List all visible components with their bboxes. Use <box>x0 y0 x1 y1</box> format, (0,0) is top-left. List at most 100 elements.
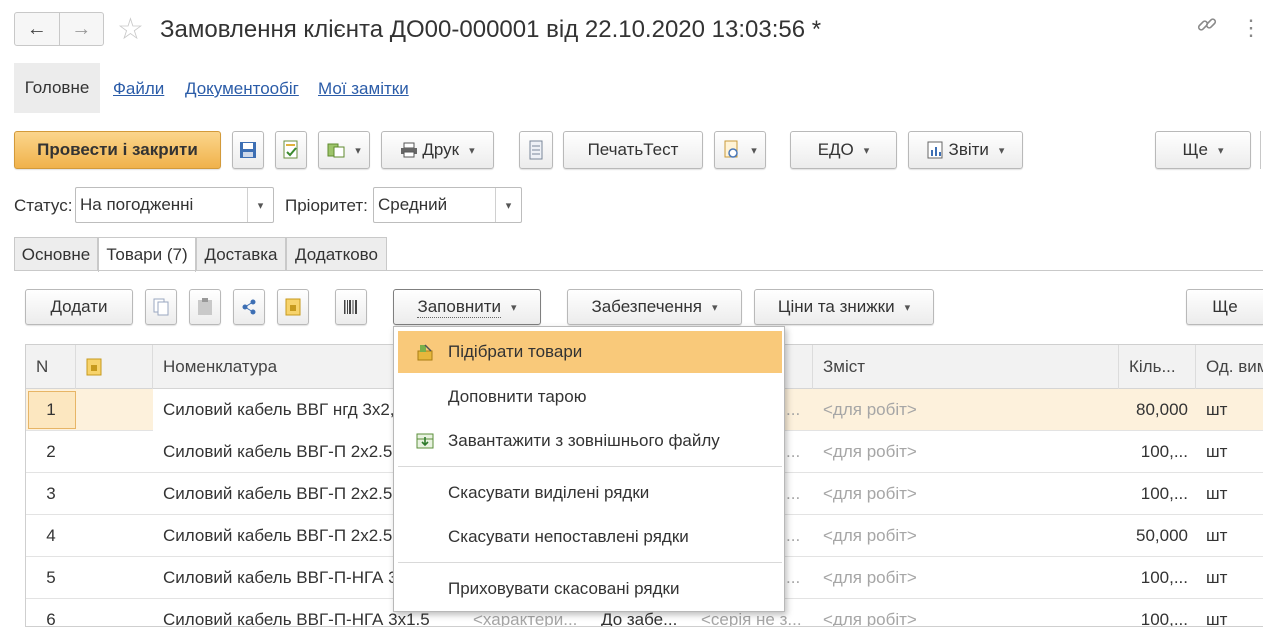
menu-item-hide-cancelled[interactable]: Приховувати скасовані рядки <box>398 568 782 610</box>
status-value: На погодженні <box>80 195 194 214</box>
row-qty[interactable]: 80,000 <box>1119 389 1196 431</box>
star-icon[interactable]: ☆ <box>117 13 144 47</box>
row-qty[interactable]: 100,... <box>1119 557 1196 599</box>
row-content[interactable]: <для робіт> <box>813 515 1119 557</box>
fill-button[interactable]: Заповнити <box>393 289 541 325</box>
page-title: Замовлення клієнта ДО00-000001 від 22.10… <box>160 16 822 43</box>
tab-goods[interactable]: Товари (7) <box>98 237 196 272</box>
lock-folder-icon <box>285 298 301 316</box>
menu-item-add-packaging[interactable]: Доповнити тарою <box>398 376 782 418</box>
print-label: Друк <box>422 140 460 159</box>
row-unit[interactable]: шт <box>1196 557 1263 599</box>
list-icon <box>529 140 543 160</box>
load-file-icon <box>416 433 434 449</box>
chevron-down-icon[interactable]: ▾ <box>495 188 521 222</box>
back-button[interactable]: ← <box>15 13 59 45</box>
row-qty[interactable]: 100,... <box>1119 473 1196 515</box>
table-more-button[interactable]: Ще <box>1186 289 1263 325</box>
col-content[interactable]: Зміст <box>813 345 1119 389</box>
row-n: 2 <box>46 442 56 461</box>
copy-icon <box>153 298 169 316</box>
copy-row-button[interactable] <box>145 289 177 325</box>
row-content[interactable]: <для робіт> <box>813 599 1119 626</box>
tab-divider <box>14 270 1263 271</box>
status-select[interactable]: На погодженні ▾ <box>75 187 274 223</box>
document-journal-button[interactable] <box>519 131 553 169</box>
menu-item-label: Підібрати товари <box>448 342 583 361</box>
nav-files-link[interactable]: Файли <box>113 79 164 99</box>
more-actions-button[interactable]: Ще <box>1155 131 1251 169</box>
add-row-button[interactable]: Додати <box>25 289 133 325</box>
row-n: 3 <box>46 484 56 503</box>
row-nomenclature[interactable]: Силовий кабель ВВГ-П 2х2.5 <box>153 473 393 515</box>
col-unit[interactable]: Од. вим <box>1196 345 1263 389</box>
row-content[interactable]: <для робіт> <box>813 473 1119 515</box>
pick-goods-icon <box>417 344 433 361</box>
menu-item-label: Доповнити тарою <box>448 387 587 406</box>
priority-select[interactable]: Средний ▾ <box>373 187 522 223</box>
col-qty[interactable]: Кіль... <box>1119 345 1196 389</box>
row-unit[interactable]: шт <box>1196 515 1263 557</box>
print-button[interactable]: Друк <box>381 131 494 169</box>
share-button[interactable] <box>233 289 265 325</box>
paste-button[interactable] <box>189 289 221 325</box>
create-based-icon <box>327 143 345 158</box>
fill-menu: Підібрати товари Доповнити тарою Заванта… <box>393 326 785 612</box>
save-button[interactable] <box>232 131 264 169</box>
col-characteristic-icon[interactable] <box>76 345 153 389</box>
related-docs-button[interactable] <box>714 131 766 169</box>
post-and-close-button[interactable]: Провести і закрити <box>14 131 221 169</box>
nav-main[interactable]: Головне <box>14 63 100 113</box>
row-content[interactable]: <для робіт> <box>813 431 1119 473</box>
fill-label: Заповнити <box>417 296 502 318</box>
tab-additional[interactable]: Додатково <box>286 237 387 271</box>
more-vert-icon[interactable]: ⋮ <box>1240 14 1262 42</box>
edo-button[interactable]: ЕДО <box>790 131 897 169</box>
chevron-down-icon[interactable]: ▾ <box>247 188 273 222</box>
nav-notes-link[interactable]: Мої замітки <box>318 79 409 99</box>
row-unit[interactable]: шт <box>1196 431 1263 473</box>
menu-item-cancel-selected[interactable]: Скасувати виділені рядки <box>398 472 782 514</box>
row-nomenclature[interactable]: Силовий кабель ВВГ-П 2х2.5 <box>153 515 393 557</box>
forward-button[interactable]: → <box>58 13 104 45</box>
col-n[interactable]: N <box>26 345 76 389</box>
row-qty[interactable]: 100,... <box>1119 431 1196 473</box>
menu-item-pick-goods[interactable]: Підібрати товари <box>398 331 782 373</box>
post-button[interactable] <box>275 131 307 169</box>
row-content[interactable]: <для робіт> <box>813 389 1119 431</box>
report-icon <box>927 141 943 159</box>
menu-item-label: Завантажити з зовнішнього файлу <box>448 431 720 450</box>
menu-item-load-from-file[interactable]: Завантажити з зовнішнього файлу <box>398 420 782 462</box>
doc-search-icon <box>724 140 738 158</box>
tab-delivery[interactable]: Доставка <box>196 237 286 271</box>
row-content[interactable]: <для робіт> <box>813 557 1119 599</box>
row-qty[interactable]: 100,... <box>1119 599 1196 626</box>
row-nomenclature[interactable]: Силовий кабель ВВГ-П-НГА 3х <box>153 557 393 599</box>
characteristic-button[interactable] <box>277 289 309 325</box>
row-qty[interactable]: 50,000 <box>1119 515 1196 557</box>
barcode-icon <box>344 300 357 314</box>
row-nomenclature[interactable]: Силовий кабель ВВГ-П 2х2.5 <box>153 431 393 473</box>
nav-docflow-link[interactable]: Документообіг <box>185 79 299 99</box>
menu-item-label: Приховувати скасовані рядки <box>448 579 680 598</box>
print-test-button[interactable]: ПечатьТест <box>563 131 703 169</box>
row-n: 5 <box>46 568 56 587</box>
printer-icon <box>401 142 418 158</box>
create-based-on-button[interactable] <box>318 131 370 169</box>
row-unit[interactable]: шт <box>1196 599 1263 626</box>
row-unit[interactable]: шт <box>1196 389 1263 431</box>
row-nomenclature[interactable]: Силовий кабель ВВГ нгд 3х2,5 <box>153 389 393 431</box>
reports-button[interactable]: Звіти <box>908 131 1023 169</box>
menu-separator <box>398 466 782 467</box>
lock-folder-icon <box>86 358 102 376</box>
reports-label: Звіти <box>948 140 989 159</box>
prices-discounts-button[interactable]: Ціни та знижки <box>754 289 934 325</box>
tab-basic[interactable]: Основне <box>14 237 98 271</box>
row-unit[interactable]: шт <box>1196 473 1263 515</box>
clipboard-icon <box>198 298 212 315</box>
history-nav: ← → <box>14 12 104 46</box>
barcode-button[interactable] <box>335 289 367 325</box>
menu-item-cancel-undelivered[interactable]: Скасувати непоставлені рядки <box>398 516 782 558</box>
provision-button[interactable]: Забезпечення <box>567 289 742 325</box>
link-icon[interactable] <box>1196 14 1218 42</box>
